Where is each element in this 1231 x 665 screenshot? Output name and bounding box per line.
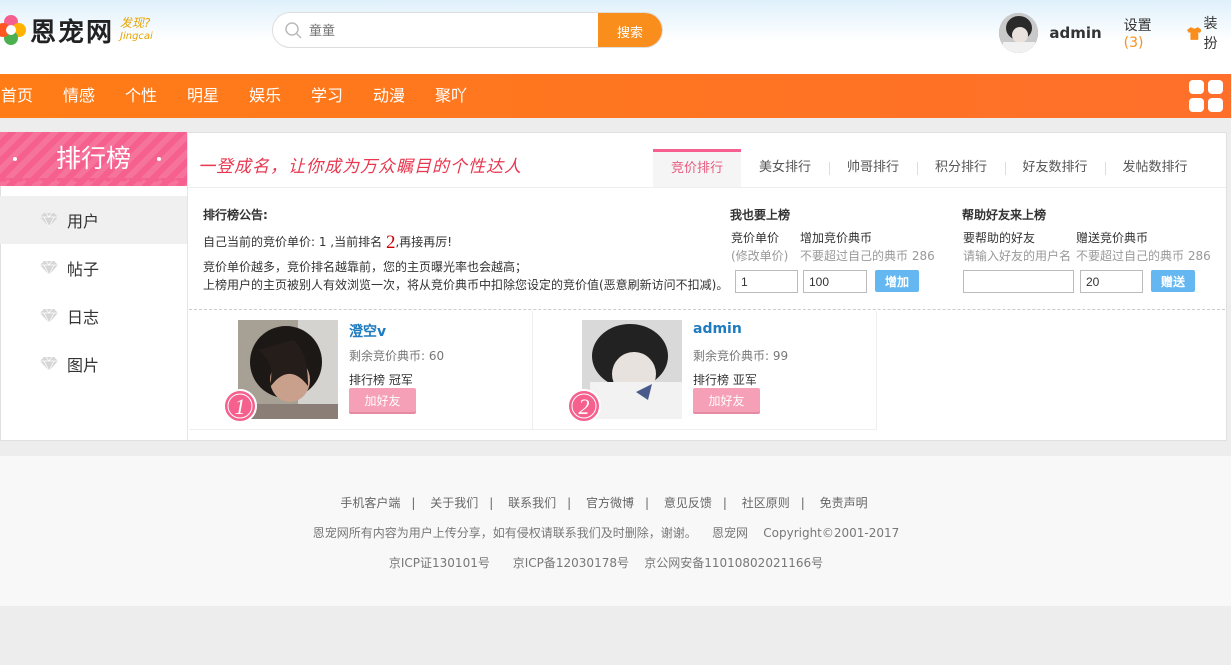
tab-friends-ranking[interactable]: 好友数排行 <box>1005 149 1105 187</box>
svg-text:2: 2 <box>579 394 590 419</box>
main-divider <box>187 132 188 440</box>
rank-card: 2 admin 剩余竞价典币: 99 排行榜 亚军 加好友 <box>533 311 877 430</box>
settings-count: (3) <box>1123 35 1144 51</box>
shirt-icon <box>1186 26 1202 40</box>
sidebar-item-posts[interactable]: 帖子 <box>0 244 187 292</box>
card-rank-label: 排行榜 冠军 <box>349 373 413 387</box>
flower-logo-icon <box>0 15 26 45</box>
help-gift-button[interactable]: 赠送 <box>1151 270 1195 292</box>
diamond-icon <box>40 309 58 323</box>
sidebar-menu: 用户 帖子 日志 图片 <box>0 196 187 388</box>
bid-add-label: 增加竞价典币 <box>800 231 873 245</box>
search-button[interactable]: 搜索 <box>598 13 662 47</box>
tabs-underline <box>188 187 1226 188</box>
footer-link-about[interactable]: 关于我们 <box>430 496 478 510</box>
card-username[interactable]: 澄空v <box>349 321 386 341</box>
bid-box-title: 我也要上榜 <box>730 208 791 222</box>
tab-bid-ranking[interactable]: 竞价排行 <box>653 149 741 187</box>
main-nav: 首页 情感 个性 明星 娱乐 学习 动漫 聚吖 <box>0 74 1231 118</box>
bid-price-label: 竞价单价 <box>731 231 780 245</box>
footer-link-contact[interactable]: 联系我们 <box>508 496 556 510</box>
dashed-divider <box>189 309 1225 310</box>
rank-card: 1 澄空v 剩余竞价典币: 60 排行榜 冠军 加好友 <box>189 311 533 430</box>
notice-title: 排行榜公告: <box>203 208 268 222</box>
notice-line-3: 上榜用户的主页被别人有效浏览一次，将从竞价典币中扣除您设定的竞价值(恶意刷新访问… <box>203 278 729 292</box>
card-username[interactable]: admin <box>693 321 742 337</box>
ranking-slogan: 一登成名，让你成为万众瞩目的个性达人 <box>198 157 522 177</box>
help-friend-label: 要帮助的好友 <box>963 231 1036 245</box>
dress-up-link[interactable]: 装扮 <box>1186 13 1231 53</box>
search-icon <box>285 22 302 39</box>
card-coins: 剩余竞价典币: 99 <box>693 349 789 363</box>
notice-line-2: 竞价单价越多，竞价排名越靠前，您的主页曝光率也会越高； <box>203 260 528 274</box>
nav-item-anime[interactable]: 动漫 <box>373 74 405 118</box>
search-input[interactable] <box>309 13 599 47</box>
footer-link-feedback[interactable]: 意见反馈 <box>664 496 712 510</box>
help-gift-input[interactable] <box>1080 270 1143 293</box>
logo-text: 恩宠网 <box>30 17 115 48</box>
avatar[interactable] <box>999 13 1039 53</box>
sidebar-item-pictures[interactable]: 图片 <box>0 340 187 388</box>
footer-copyright: 恩宠网所有内容为用户上传分享，如有侵权请联系我们及时删除，谢谢。 恩宠网 Cop… <box>312 526 900 540</box>
nav-item-personality[interactable]: 个性 <box>125 74 157 118</box>
nav-item-study[interactable]: 学习 <box>311 74 343 118</box>
nav-item-emotion[interactable]: 情感 <box>63 74 95 118</box>
site-logo[interactable]: 恩宠网 发现? Jingcai <box>0 8 153 52</box>
card-coins: 剩余竞价典币: 60 <box>349 349 445 363</box>
bid-price-input[interactable] <box>735 270 798 293</box>
nav-item-entertainment[interactable]: 娱乐 <box>249 74 281 118</box>
footer-link-principles[interactable]: 社区原则 <box>742 496 790 510</box>
bid-add-input[interactable] <box>803 270 867 293</box>
nav-item-home[interactable]: 首页 <box>1 74 33 118</box>
tab-points-ranking[interactable]: 积分排行 <box>917 149 1005 187</box>
help-box-title: 帮助好友来上榜 <box>962 208 1047 222</box>
username[interactable]: admin <box>1049 24 1101 42</box>
footer-link-disclaimer[interactable]: 免责声明 <box>820 496 868 510</box>
footer-link-mobile[interactable]: 手机客户端 <box>340 496 400 510</box>
rank-badge-icon: 1 <box>223 389 257 423</box>
tab-posts-ranking[interactable]: 发帖数排行 <box>1105 149 1205 187</box>
rank-badge-icon: 2 <box>567 389 601 423</box>
footer-icp: 京ICP证130101号 京ICP备12030178号 京公网安备1101080… <box>388 556 824 570</box>
help-gift-hint: 不要超过自己的典币 286 <box>1076 249 1211 263</box>
search-box: 搜索 <box>272 12 663 48</box>
footer: 手机客户端 | 关于我们 | 联系我们 | 官方微博 | 意见反馈 | 社区原则 | 免责声… <box>0 456 1231 606</box>
footer-links: 手机客户端 | 关于我们 | 联系我们 | 官方微博 | 意见反馈 | 社区原则 | 免责声… <box>340 496 868 510</box>
sidebar-title-scallop <box>0 178 187 186</box>
help-friend-hint: 请输入好友的用户名 <box>963 249 1072 263</box>
nav-item-stars[interactable]: 明星 <box>187 74 219 118</box>
footer-link-weibo[interactable]: 官方微博 <box>586 496 634 510</box>
notice-current-rank: 自己当前的竞价单价: 1 ,当前排名 2,再接再厉! <box>203 232 453 253</box>
diamond-icon <box>40 357 58 371</box>
tab-beauty-ranking[interactable]: 美女排行 <box>741 149 829 187</box>
add-friend-button[interactable]: 加好友 <box>693 388 760 412</box>
apps-grid-icon[interactable] <box>1189 80 1225 113</box>
bid-add-button[interactable]: 增加 <box>875 270 919 292</box>
help-gift-label: 赠送竞价典币 <box>1076 231 1149 245</box>
help-friend-input[interactable] <box>963 270 1074 293</box>
sidebar-item-users[interactable]: 用户 <box>0 196 187 244</box>
card-rank-label: 排行榜 亚军 <box>693 373 757 387</box>
sidebar-item-diary[interactable]: 日志 <box>0 292 187 340</box>
nav-item-gathering[interactable]: 聚吖 <box>435 74 467 118</box>
add-friend-button[interactable]: 加好友 <box>349 388 416 412</box>
diamond-icon <box>40 213 58 227</box>
user-area: admin 设置(3) 装扮 <box>999 13 1231 53</box>
header: 恩宠网 发现? Jingcai 搜索 admin 设置(3) <box>0 0 1231 74</box>
svg-text:1: 1 <box>235 394 246 419</box>
bid-price-hint: (修改单价) <box>731 249 789 263</box>
tab-handsome-ranking[interactable]: 帅哥排行 <box>829 149 917 187</box>
bid-add-hint: 不要超过自己的典币 286 <box>800 249 935 263</box>
settings-link[interactable]: 设置(3) <box>1124 15 1171 51</box>
diamond-icon <box>40 261 58 275</box>
logo-slogan: 发现? Jingcai <box>120 16 153 43</box>
